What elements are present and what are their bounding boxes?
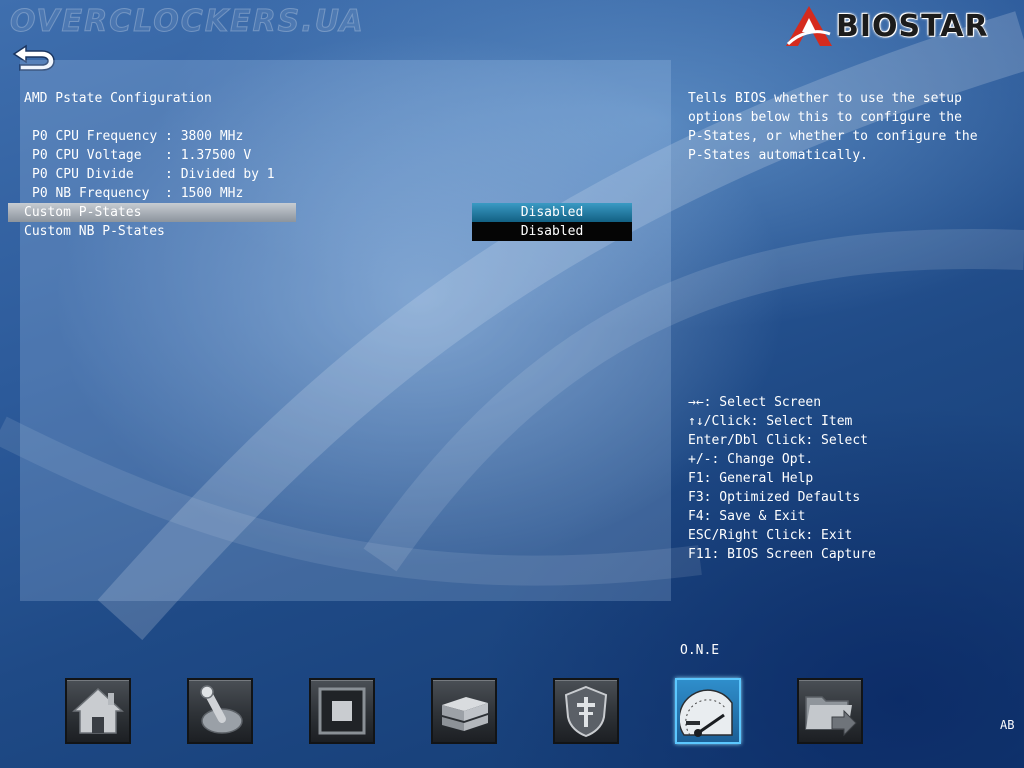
option-custom-nb-p-states-value[interactable]: Disabled <box>472 222 632 241</box>
key-hint: ESC/Right Click: Exit <box>688 528 853 543</box>
option-custom-nb-p-states-label[interactable]: Custom NB P-States <box>24 222 165 241</box>
biostar-logo: BIOSTAR <box>784 4 1012 48</box>
dock-security-button[interactable] <box>553 678 619 744</box>
option-custom-p-states-label[interactable]: Custom P-States <box>24 203 141 222</box>
key-hint: F1: General Help <box>688 471 814 486</box>
joystick-icon <box>200 685 243 734</box>
active-dock-label: O.N.E <box>680 643 720 658</box>
info-row-cpu-frequency: P0 CPU Frequency : 3800 MHz <box>32 129 244 144</box>
key-hint: →←: Select Screen <box>688 395 822 410</box>
security-shield-icon <box>564 685 608 738</box>
dock-one-button[interactable] <box>675 678 741 744</box>
option-custom-p-states-value[interactable]: Disabled <box>472 203 632 222</box>
key-hint: +/-: Change Opt. <box>688 452 814 467</box>
dock-home-button[interactable] <box>65 678 131 744</box>
page-title: AMD Pstate Configuration <box>24 91 212 106</box>
home-icon <box>72 687 124 734</box>
dock-storage-button[interactable] <box>431 678 497 744</box>
key-legend: →←: Select Screen ↑↓/Click: Select Item … <box>688 393 1008 564</box>
dock-chipset-button[interactable] <box>309 678 375 744</box>
key-hint: Enter/Dbl Click: Select <box>688 433 869 448</box>
dock-overclock-button[interactable] <box>187 678 253 744</box>
key-hint: F3: Optimized Defaults <box>688 490 861 505</box>
key-hint: ↑↓/Click: Select Item <box>688 414 853 429</box>
drives-icon <box>442 697 488 731</box>
help-description: Tells BIOS whether to use the setup opti… <box>688 91 978 163</box>
brand-name: BIOSTAR <box>836 8 989 44</box>
chip-icon <box>318 687 366 735</box>
info-row-cpu-divide: P0 CPU Divide : Divided by 1 <box>32 167 275 182</box>
info-row-nb-frequency: P0 NB Frequency : 1500 MHz <box>32 186 244 201</box>
key-hint: F4: Save & Exit <box>688 509 806 524</box>
corner-label: AB <box>1000 718 1015 732</box>
dock-exit-button[interactable] <box>797 678 863 744</box>
info-row-cpu-voltage: P0 CPU Voltage : 1.37500 V <box>32 148 252 163</box>
folder-exit-icon <box>805 696 857 737</box>
speedometer-icon <box>680 689 733 737</box>
biostar-logo-icon <box>786 6 832 46</box>
key-hint: F11: BIOS Screen Capture <box>688 547 876 562</box>
site-watermark: OVERCLOCKERS.UA <box>10 4 365 40</box>
